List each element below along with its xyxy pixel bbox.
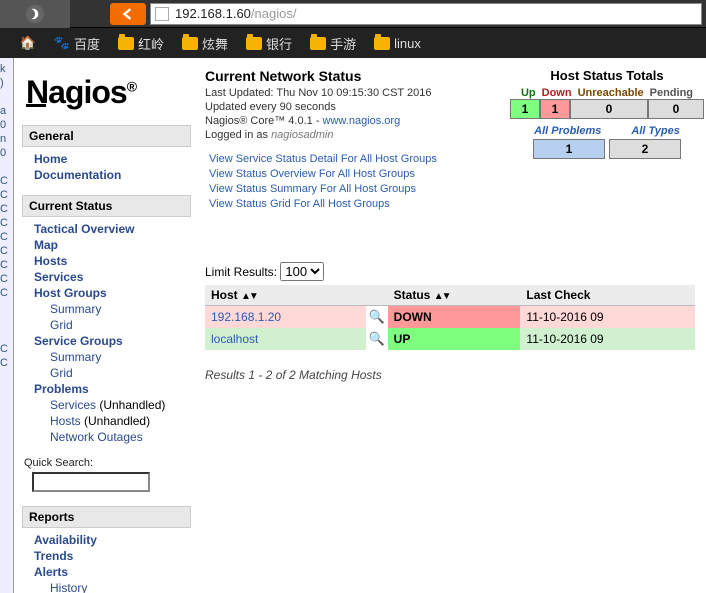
bookmark-bar: 🏠 🐾百度 红岭 炫舞 银行 手游 linux [0, 28, 706, 58]
link-status-summary[interactable]: View Status Summary For All Host Groups [209, 182, 495, 197]
status-title: Current Network Status [205, 68, 495, 84]
nav-network-outages[interactable]: Network Outages [22, 429, 191, 445]
status-cell: UP [388, 328, 521, 350]
nav-availability[interactable]: Availability [22, 532, 191, 548]
totals-all-types-label: All Types [631, 125, 680, 137]
nav-servicegroups-summary[interactable]: Summary [22, 349, 191, 365]
sort-arrows-icon: ▲▼ [241, 291, 257, 302]
nav-problems[interactable]: Problems [22, 381, 191, 397]
totals-up[interactable]: 1 [510, 99, 540, 119]
status-update-every: Updated every 90 seconds [205, 100, 495, 114]
status-last-updated: Last Updated: Thu Nov 10 09:15:30 CST 20… [205, 86, 495, 100]
page: Nagios® General Home Documentation Curre… [14, 58, 706, 593]
folder-icon [118, 37, 134, 50]
section-general: General [22, 125, 191, 147]
section-current-status: Current Status [22, 195, 191, 217]
nagios-logo: Nagios® [26, 74, 191, 111]
limit-label: Limit Results: [205, 265, 277, 279]
main-content: Current Network Status Last Updated: Thu… [199, 58, 706, 593]
nav-hostgroups[interactable]: Host Groups [22, 285, 191, 301]
home-icon[interactable]: 🏠 [20, 35, 36, 51]
limit-select[interactable]: 100 [280, 262, 324, 281]
nav-hostgroups-summary[interactable]: Summary [22, 301, 191, 317]
totals-head-up: Up [518, 87, 539, 99]
nav-tactical[interactable]: Tactical Overview [22, 221, 191, 237]
folder-icon [310, 37, 326, 50]
nav-hostgroups-grid[interactable]: Grid [22, 317, 191, 333]
browser-chrome: 192.168.1.60/nagios/ [0, 0, 706, 28]
lastcheck-cell: 11-10-2016 09 [520, 306, 695, 329]
nav-services[interactable]: Services [22, 269, 191, 285]
totals-all-problems[interactable]: 1 [533, 139, 605, 159]
totals-head-pending: Pending [647, 87, 696, 99]
nav-alerts[interactable]: Alerts [22, 564, 191, 580]
page-icon [155, 7, 169, 21]
sidebar: Nagios® General Home Documentation Curre… [14, 58, 199, 593]
col-last-check[interactable]: Last Check [520, 285, 695, 306]
totals-title: Host Status Totals [510, 68, 704, 83]
limit-results-row: Limit Results: 100 [205, 262, 706, 281]
nav-problems-hosts[interactable]: Hosts (Unhandled) [22, 413, 191, 429]
quick-search-label: Quick Search: [24, 457, 191, 469]
url-bar[interactable]: 192.168.1.60/nagios/ [150, 3, 702, 25]
totals-all-problems-label: All Problems [534, 125, 601, 137]
col-status[interactable]: Status ▲▼ [388, 285, 521, 306]
nav-problems-services[interactable]: Services (Unhandled) [22, 397, 191, 413]
url-host: 192.168.1.60 [175, 6, 251, 21]
nav-map[interactable]: Map [22, 237, 191, 253]
nav-home[interactable]: Home [22, 151, 191, 167]
bookmark-item[interactable]: 手游 [310, 34, 356, 53]
folder-icon [374, 37, 390, 50]
nav-servicegroups[interactable]: Service Groups [22, 333, 191, 349]
nagios-org-link[interactable]: www.nagios.org [323, 115, 401, 127]
detail-icon[interactable]: 🔍 [369, 309, 385, 324]
bookmark-item[interactable]: 炫舞 [182, 34, 228, 53]
table-row: localhost 🔍 UP 11-10-2016 09 [205, 328, 695, 350]
folder-icon [182, 37, 198, 50]
detail-icon[interactable]: 🔍 [369, 331, 385, 346]
bookmark-item[interactable]: linux [374, 36, 421, 51]
status-cell: DOWN [388, 306, 521, 329]
link-service-detail[interactable]: View Service Status Detail For All Host … [209, 152, 495, 167]
totals-all-types[interactable]: 2 [609, 139, 681, 159]
totals-head-down: Down [539, 87, 575, 99]
table-row: 192.168.1.20 🔍 DOWN 11-10-2016 09 [205, 306, 695, 329]
host-table: Host ▲▼ Status ▲▼ Last Check 192.168.1.2… [205, 285, 695, 350]
col-host[interactable]: Host ▲▼ [205, 285, 388, 306]
status-logged-in: Logged in as nagiosadmin [205, 128, 495, 142]
results-summary: Results 1 - 2 of 2 Matching Hosts [205, 368, 706, 382]
lastcheck-cell: 11-10-2016 09 [520, 328, 695, 350]
link-status-grid[interactable]: View Status Grid For All Host Groups [209, 197, 495, 212]
paw-icon: 🐾 [54, 35, 70, 51]
nav-documentation[interactable]: Documentation [22, 167, 191, 183]
nav-servicegroups-grid[interactable]: Grid [22, 365, 191, 381]
nav-hosts[interactable]: Hosts [22, 253, 191, 269]
folder-icon [246, 37, 262, 50]
host-link[interactable]: 192.168.1.20 [211, 310, 281, 324]
quick-search-input[interactable] [32, 472, 150, 492]
nav-alerts-history[interactable]: History [22, 580, 191, 593]
bookmark-item[interactable]: 银行 [246, 34, 292, 53]
totals-unreachable[interactable]: 0 [570, 99, 648, 119]
url-path: /nagios/ [251, 6, 297, 21]
link-status-overview[interactable]: View Status Overview For All Host Groups [209, 167, 495, 182]
left-edge-artifact: k)a0n0CCCCCCCCCCC [0, 58, 14, 593]
back-button[interactable] [110, 3, 146, 25]
status-block: Current Network Status Last Updated: Thu… [205, 68, 495, 212]
sort-arrows-icon: ▲▼ [434, 291, 450, 302]
nav-trends[interactable]: Trends [22, 548, 191, 564]
totals-head-unreachable: Unreachable [575, 87, 647, 99]
totals-pending[interactable]: 0 [648, 99, 704, 119]
host-status-totals: Host Status Totals Up Down Unreachable P… [510, 68, 704, 159]
bookmark-item[interactable]: 🐾百度 [54, 34, 100, 53]
totals-down[interactable]: 1 [540, 99, 570, 119]
status-core: Nagios® Core™ 4.0.1 - www.nagios.org [205, 114, 495, 128]
section-reports: Reports [22, 506, 191, 528]
bookmark-item[interactable]: 红岭 [118, 34, 164, 53]
host-link[interactable]: localhost [211, 332, 258, 346]
browser-logo [0, 0, 70, 28]
